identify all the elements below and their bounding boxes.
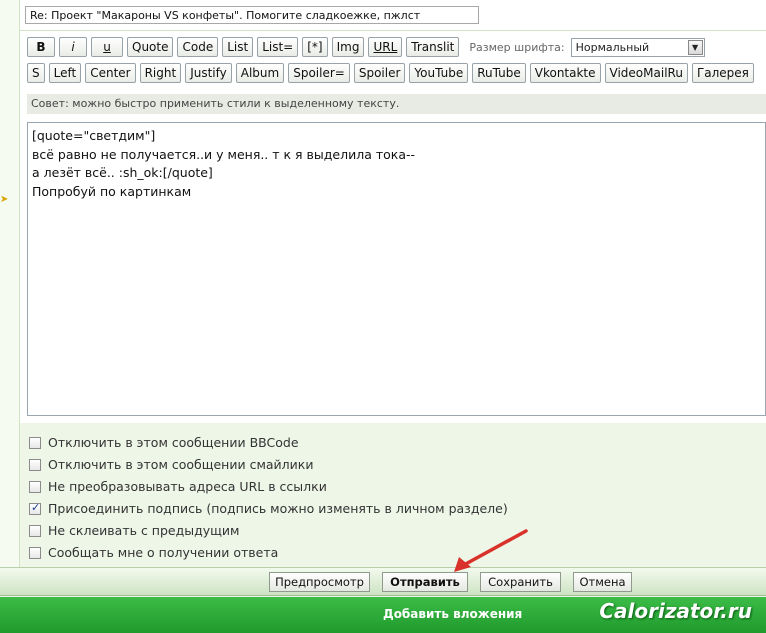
bold-button[interactable]: B (27, 37, 55, 57)
option-label: Не склеивать с предыдущим (48, 523, 240, 538)
subject-input[interactable] (25, 6, 479, 24)
align-left-button[interactable]: Left (48, 63, 82, 83)
checkbox-checked[interactable] (29, 501, 41, 515)
option-notify-reply[interactable]: Сообщать мне о получении ответа (29, 545, 278, 560)
gallery-button[interactable]: Галерея (691, 63, 754, 83)
videomailru-button[interactable]: VideoMailRu (604, 63, 688, 83)
underline-button[interactable]: u (91, 37, 123, 57)
option-label: Отключить в этом сообщении BBCode (48, 435, 299, 450)
vkontakte-button[interactable]: Vkontakte (529, 63, 601, 83)
option-disable-bbcode[interactable]: Отключить в этом сообщении BBCode (29, 435, 299, 450)
ordered-list-button[interactable]: List= (257, 37, 299, 57)
translit-button[interactable]: Translit (406, 37, 460, 57)
left-margin: ➤ (0, 0, 20, 567)
italic-button[interactable]: i (59, 37, 87, 57)
list-button[interactable]: List (222, 37, 254, 57)
align-right-button[interactable]: Right (139, 63, 182, 83)
list-item-button[interactable]: [*] (302, 37, 328, 57)
spoiler-titled-button[interactable]: Spoiler= (288, 63, 350, 83)
font-size-select[interactable]: Нормальный ▼ (570, 37, 705, 57)
url-button[interactable]: URL (368, 37, 403, 57)
checkbox[interactable] (29, 436, 41, 449)
message-textarea[interactable]: [quote="светдим"] всё равно не получаетс… (27, 122, 766, 416)
strike-button[interactable]: S (27, 63, 45, 83)
justify-button[interactable]: Justify (185, 63, 232, 83)
cancel-button[interactable]: Отмена (573, 572, 632, 592)
quote-button[interactable]: Quote (127, 37, 174, 57)
option-label: Отключить в этом сообщении смайлики (48, 457, 314, 472)
add-attachments-label[interactable]: Добавить вложения (383, 607, 522, 621)
option-label: Сообщать мне о получении ответа (48, 545, 279, 560)
option-label: Присоединить подпись (подпись можно изме… (48, 501, 508, 516)
preview-button[interactable]: Предпросмотр (269, 572, 370, 592)
font-size-value: Нормальный (575, 40, 650, 54)
spoiler-button[interactable]: Spoiler (353, 63, 406, 83)
watermark: Calorizator.ru (599, 599, 752, 623)
format-toolbar-row-2: S Left Center Right Justify Album Spoile… (27, 63, 758, 83)
option-no-merge[interactable]: Не склеивать с предыдущим (29, 523, 239, 538)
tip-text: Совет: можно быстро применить стили к вы… (27, 94, 766, 114)
option-no-url-parse[interactable]: Не преобразовывать адреса URL в ссылки (29, 479, 327, 494)
checkbox[interactable] (29, 458, 41, 471)
option-disable-smilies[interactable]: Отключить в этом сообщении смайлики (29, 457, 313, 472)
rutube-button[interactable]: RuTube (472, 63, 526, 83)
bullet-arrow-icon: ➤ (0, 194, 9, 205)
attachments-bar[interactable]: Добавить вложения Calorizator.ru (0, 597, 766, 633)
album-button[interactable]: Album (235, 63, 285, 83)
annotation-arrow-icon (454, 529, 528, 572)
checkbox[interactable] (29, 524, 41, 537)
option-label: Не преобразовывать адреса URL в ссылки (48, 479, 327, 494)
youtube-button[interactable]: YouTube (409, 63, 469, 83)
image-button[interactable]: Img (331, 37, 365, 57)
format-toolbar-row-1: B i u Quote Code List List= [*] Img URL … (27, 37, 705, 57)
code-button[interactable]: Code (177, 37, 219, 57)
checkbox[interactable] (29, 480, 41, 493)
align-center-button[interactable]: Center (85, 63, 136, 83)
font-size-label: Размер шрифта: (469, 40, 565, 54)
option-attach-signature[interactable]: Присоединить подпись (подпись можно изме… (29, 501, 508, 516)
chevron-down-icon[interactable]: ▼ (687, 39, 703, 55)
checkbox[interactable] (29, 546, 41, 559)
